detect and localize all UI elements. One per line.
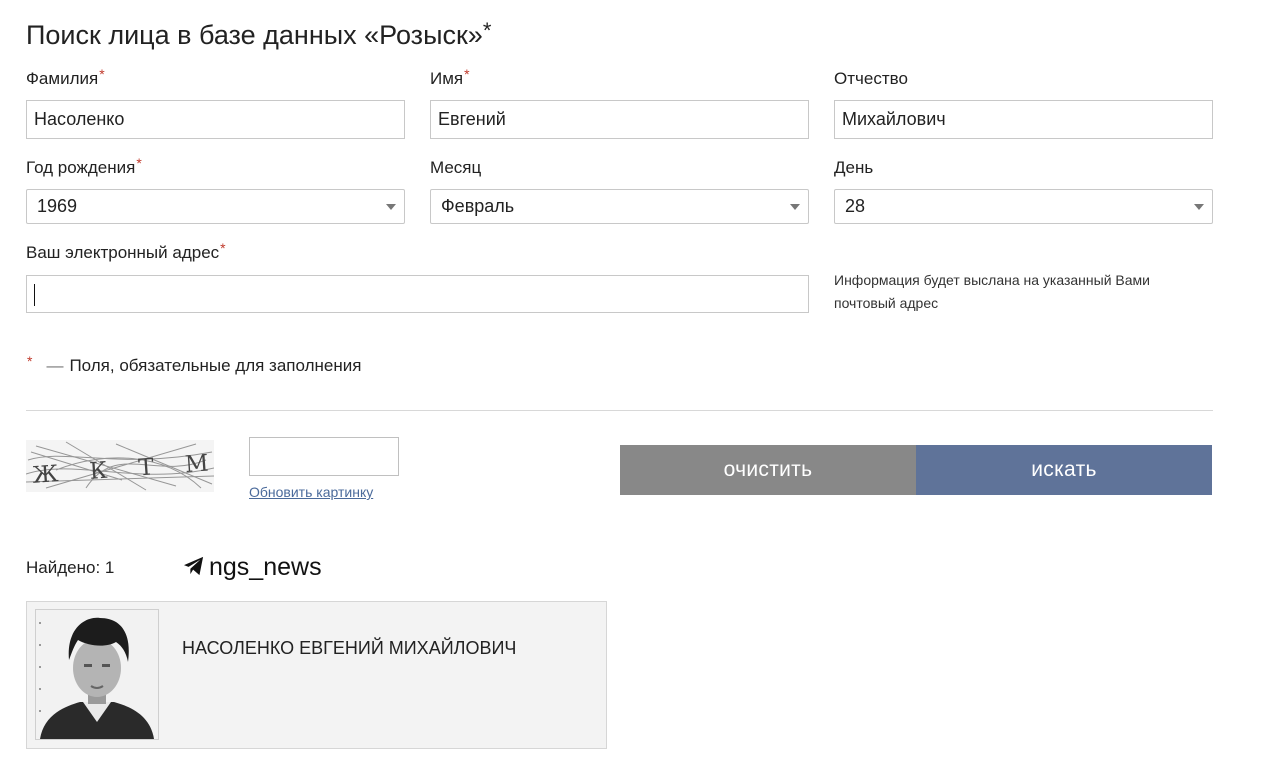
watermark: ngs_news xyxy=(183,553,322,582)
legend-text: Поля, обязательные для заполнения xyxy=(69,356,362,375)
found-count: Найдено: 1 xyxy=(26,558,115,577)
birth-year-label-text: Год рождения xyxy=(26,158,136,177)
first-name-label-text: Имя xyxy=(430,69,464,88)
birth-year-label: Год рождения* xyxy=(26,155,142,178)
captcha-input[interactable] xyxy=(249,437,399,476)
first-name-input[interactable]: Евгений xyxy=(430,100,809,139)
first-name-label: Имя* xyxy=(430,66,470,89)
captcha-noise: Ж К Т М П xyxy=(26,441,214,491)
required-marker: * xyxy=(464,66,470,82)
legend-dash: — xyxy=(46,356,64,375)
chevron-down-icon xyxy=(790,204,800,210)
title-asterisk: * xyxy=(482,18,492,43)
captcha-image: Ж К Т М П xyxy=(26,440,214,492)
last-name-value: Насоленко xyxy=(34,109,125,129)
birth-year-value: 1969 xyxy=(37,196,78,216)
person-photo xyxy=(35,609,159,740)
text-caret xyxy=(34,284,35,306)
birth-year-select[interactable]: 1969 xyxy=(26,189,405,224)
telegram-icon xyxy=(184,557,204,576)
day-value: 28 xyxy=(845,196,866,216)
last-name-label: Фамилия* xyxy=(26,66,105,89)
email-hint: Информация будет выслана на указанный Ва… xyxy=(834,272,1150,311)
search-button[interactable]: искать xyxy=(916,445,1212,495)
divider xyxy=(26,410,1213,411)
required-marker: * xyxy=(136,155,142,171)
middle-name-label: Отчество xyxy=(834,69,908,88)
month-select[interactable]: Февраль xyxy=(430,189,809,224)
chevron-down-icon xyxy=(1194,204,1204,210)
month-value: Февраль xyxy=(441,196,515,216)
middle-name-value: Михайлович xyxy=(842,109,946,129)
refresh-captcha-link[interactable]: Обновить картинку xyxy=(249,484,373,500)
person-silhouette xyxy=(36,610,158,739)
middle-name-input[interactable]: Михайлович xyxy=(834,100,1213,139)
first-name-value: Евгений xyxy=(438,109,506,129)
month-label: Месяц xyxy=(430,158,482,177)
page-title-text: Поиск лица в базе данных «Розыск» xyxy=(26,20,483,50)
required-marker: * xyxy=(99,66,105,82)
last-name-label-text: Фамилия xyxy=(26,69,99,88)
watermark-text: ngs_news xyxy=(209,553,322,581)
day-label: День xyxy=(834,158,874,177)
email-label: Ваш электронный адрес* xyxy=(26,240,226,263)
result-card[interactable]: НАСОЛЕНКО ЕВГЕНИЙ МИХАЙЛОВИЧ xyxy=(26,601,607,749)
chevron-down-icon xyxy=(386,204,396,210)
required-marker: * xyxy=(220,240,226,256)
clear-button[interactable]: очистить xyxy=(620,445,916,495)
page-title: Поиск лица в базе данных «Розыск»* xyxy=(26,18,492,51)
required-legend: * — Поля, обязательные для заполнения xyxy=(26,353,362,376)
email-label-text: Ваш электронный адрес xyxy=(26,243,220,262)
email-field[interactable] xyxy=(26,275,809,313)
day-select[interactable]: 28 xyxy=(834,189,1213,224)
last-name-input[interactable]: Насоленко xyxy=(26,100,405,139)
required-marker: * xyxy=(27,353,33,369)
result-name[interactable]: НАСОЛЕНКО ЕВГЕНИЙ МИХАЙЛОВИЧ xyxy=(182,638,516,659)
